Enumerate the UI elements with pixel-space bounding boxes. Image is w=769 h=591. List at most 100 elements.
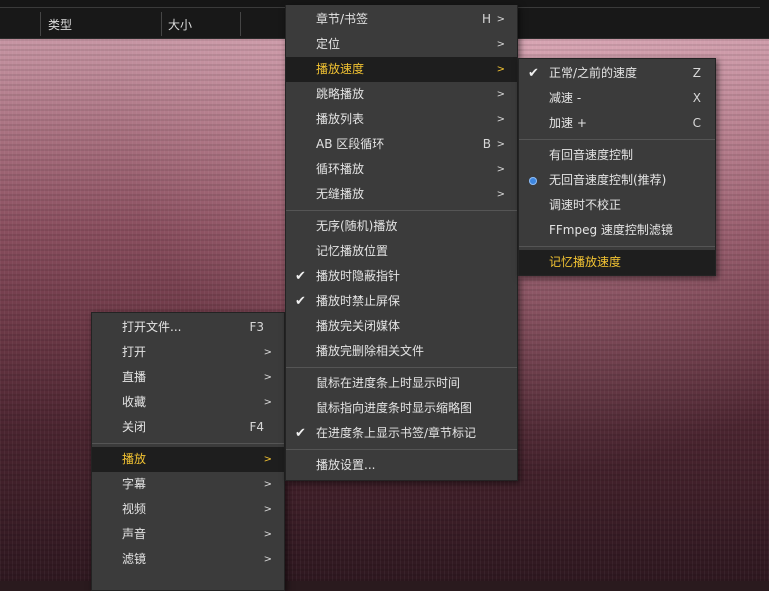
chevron-right-icon: > xyxy=(496,39,505,50)
menu-item-label: 记忆播放速度 xyxy=(549,255,622,269)
menu-item-label: 关闭 xyxy=(122,420,147,434)
play-menu-item-0[interactable]: 章节/书签 H > xyxy=(286,7,517,32)
play-menu-item-3[interactable]: 跳略播放 > xyxy=(286,82,517,107)
menu-item-label: 章节/书签 xyxy=(316,12,369,26)
play-menu-item-13[interactable]: 播放完关闭媒体 xyxy=(286,314,517,339)
play-menu-item-20[interactable]: 播放设置... xyxy=(286,453,517,478)
submenu-playback: 章节/书签 H > 定位 > 播放速度 > 跳略播放 > 播放列表 > AB 区段循环 B > 循环播放 > 无… xyxy=(285,5,518,481)
checkmark-icon: ✔ xyxy=(295,294,306,309)
play-menu-item-5-ab[interactable]: AB 区段循环 B > xyxy=(286,132,517,157)
play-menu-item-6[interactable]: 循环播放 > xyxy=(286,157,517,182)
chevron-right-icon: > xyxy=(496,139,505,150)
menu-item-label: 播放时禁止屏保 xyxy=(316,294,401,308)
speed-menu-item-1[interactable]: 减速 - X xyxy=(519,86,715,111)
main-menu-item-3[interactable]: 收藏 > xyxy=(92,390,284,415)
speed-menu-item-9[interactable]: 记忆播放速度 xyxy=(519,250,715,275)
chevron-right-icon: > xyxy=(496,89,505,100)
main-menu-item-1[interactable]: 打开 > xyxy=(92,340,284,365)
speed-menu-item-5[interactable]: 无回音速度控制(推荐) xyxy=(519,168,715,193)
column-separator[interactable] xyxy=(240,12,241,36)
menu-item-label: 鼠标指向进度条时显示缩略图 xyxy=(316,401,473,415)
menu-item-label: 循环播放 xyxy=(316,162,365,176)
menu-separator xyxy=(286,210,517,211)
menu-item-label: 播放时隐蔽指针 xyxy=(316,269,401,283)
menu-item-label: 播放速度 xyxy=(316,62,365,76)
menu-item-label: 滤镜 xyxy=(122,552,147,566)
menu-item-label: 正常/之前的速度 xyxy=(549,66,638,80)
menu-item-label: 调速时不校正 xyxy=(549,198,622,212)
menu-item-shortcut: F3 xyxy=(249,320,264,334)
main-menu-item-0[interactable]: 打开文件... F3 xyxy=(92,315,284,340)
menu-item-label: 跳略播放 xyxy=(316,87,365,101)
column-separator[interactable] xyxy=(40,12,41,36)
column-size[interactable]: 大小 xyxy=(168,12,192,36)
play-menu-item-11[interactable]: ✔ 播放时隐蔽指针 xyxy=(286,264,517,289)
submenu-playback-speed: ✔ 正常/之前的速度 Z 减速 - X 加速 + C 有回音速度控制无回音速度控制(推荐) 调速… xyxy=(518,58,716,276)
checkmark-icon: ✔ xyxy=(295,269,306,284)
chevron-right-icon: > xyxy=(496,64,505,75)
menu-item-label: 播放 xyxy=(122,452,147,466)
main-menu-item-8[interactable]: 视频 > xyxy=(92,497,284,522)
radio-selected-icon xyxy=(529,177,537,185)
menu-separator xyxy=(92,443,284,444)
main-menu-item-2[interactable]: 直播 > xyxy=(92,365,284,390)
play-menu-item-16[interactable]: 鼠标在进度条上时显示时间 xyxy=(286,371,517,396)
play-menu-item-7[interactable]: 无缝播放 > xyxy=(286,182,517,207)
menu-item-label: 定位 xyxy=(316,37,341,51)
chevron-right-icon: > xyxy=(263,554,272,565)
play-menu-item-14[interactable]: 播放完删除相关文件 xyxy=(286,339,517,364)
play-menu-item-4[interactable]: 播放列表 > xyxy=(286,107,517,132)
menu-separator xyxy=(519,246,715,247)
menu-item-label: 视频 xyxy=(122,502,147,516)
play-menu-item-1[interactable]: 定位 > xyxy=(286,32,517,57)
menu-item-label: 播放设置... xyxy=(316,458,376,472)
chevron-right-icon: > xyxy=(263,347,272,358)
menu-item-label: 播放完关闭媒体 xyxy=(316,319,401,333)
menu-item-label: 播放列表 xyxy=(316,112,365,126)
menu-item-label: 播放完删除相关文件 xyxy=(316,344,425,358)
menu-item-shortcut: Z xyxy=(692,66,701,80)
speed-menu-item-2[interactable]: 加速 + C xyxy=(519,111,715,136)
main-menu-item-10[interactable]: 滤镜 > xyxy=(92,547,284,572)
menu-item-label: 声音 xyxy=(122,527,147,541)
menu-item-label: 在进度条上显示书签/章节标记 xyxy=(316,426,477,440)
menu-item-label: AB 区段循环 xyxy=(316,137,385,151)
menu-item-shortcut: F4 xyxy=(249,420,264,434)
menu-item-label: 直播 xyxy=(122,370,147,384)
menu-item-shortcut: H xyxy=(481,12,491,26)
context-menu-main: 打开文件... F3 打开 > 直播 > 收藏 > 关闭 F4 播放 > 字幕 > 视频 > 声音 > 滤镜 > xyxy=(91,312,285,591)
main-menu-item-9[interactable]: 声音 > xyxy=(92,522,284,547)
menu-separator xyxy=(286,449,517,450)
play-menu-item-9[interactable]: 无序(随机)播放 xyxy=(286,214,517,239)
chevron-right-icon: > xyxy=(496,164,505,175)
speed-menu-item-7-ffmpeg[interactable]: FFmpeg 速度控制滤镜 xyxy=(519,218,715,243)
play-menu-item-10[interactable]: 记忆播放位置 xyxy=(286,239,517,264)
speed-menu-item-0[interactable]: ✔ 正常/之前的速度 Z xyxy=(519,61,715,86)
menu-item-label: 鼠标在进度条上时显示时间 xyxy=(316,376,461,390)
chevron-right-icon: > xyxy=(263,529,272,540)
main-menu-item-6[interactable]: 播放 > xyxy=(92,447,284,472)
menu-separator xyxy=(286,367,517,368)
speed-menu-item-6[interactable]: 调速时不校正 xyxy=(519,193,715,218)
column-separator[interactable] xyxy=(161,12,162,36)
menu-item-label: 记忆播放位置 xyxy=(316,244,389,258)
checkmark-icon: ✔ xyxy=(528,66,539,81)
menu-item-label: 无回音速度控制(推荐) xyxy=(549,173,667,187)
menu-item-label: 无缝播放 xyxy=(316,187,365,201)
column-type[interactable]: 类型 xyxy=(48,12,72,36)
speed-menu-item-4[interactable]: 有回音速度控制 xyxy=(519,143,715,168)
play-menu-item-2[interactable]: 播放速度 > xyxy=(286,57,517,82)
chevron-right-icon: > xyxy=(263,504,272,515)
play-menu-item-12[interactable]: ✔ 播放时禁止屏保 xyxy=(286,289,517,314)
menu-item-label: 减速 - xyxy=(549,91,582,105)
play-menu-item-18[interactable]: ✔ 在进度条上显示书签/章节标记 xyxy=(286,421,517,446)
menu-item-label: 打开 xyxy=(122,345,147,359)
menu-item-label: 字幕 xyxy=(122,477,147,491)
menu-item-shortcut: B xyxy=(482,137,491,151)
main-menu-item-4[interactable]: 关闭 F4 xyxy=(92,415,284,440)
main-menu-item-7[interactable]: 字幕 > xyxy=(92,472,284,497)
play-menu-item-17[interactable]: 鼠标指向进度条时显示缩略图 xyxy=(286,396,517,421)
chevron-right-icon: > xyxy=(263,372,272,383)
menu-item-label: 无序(随机)播放 xyxy=(316,219,398,233)
menu-separator xyxy=(519,139,715,140)
